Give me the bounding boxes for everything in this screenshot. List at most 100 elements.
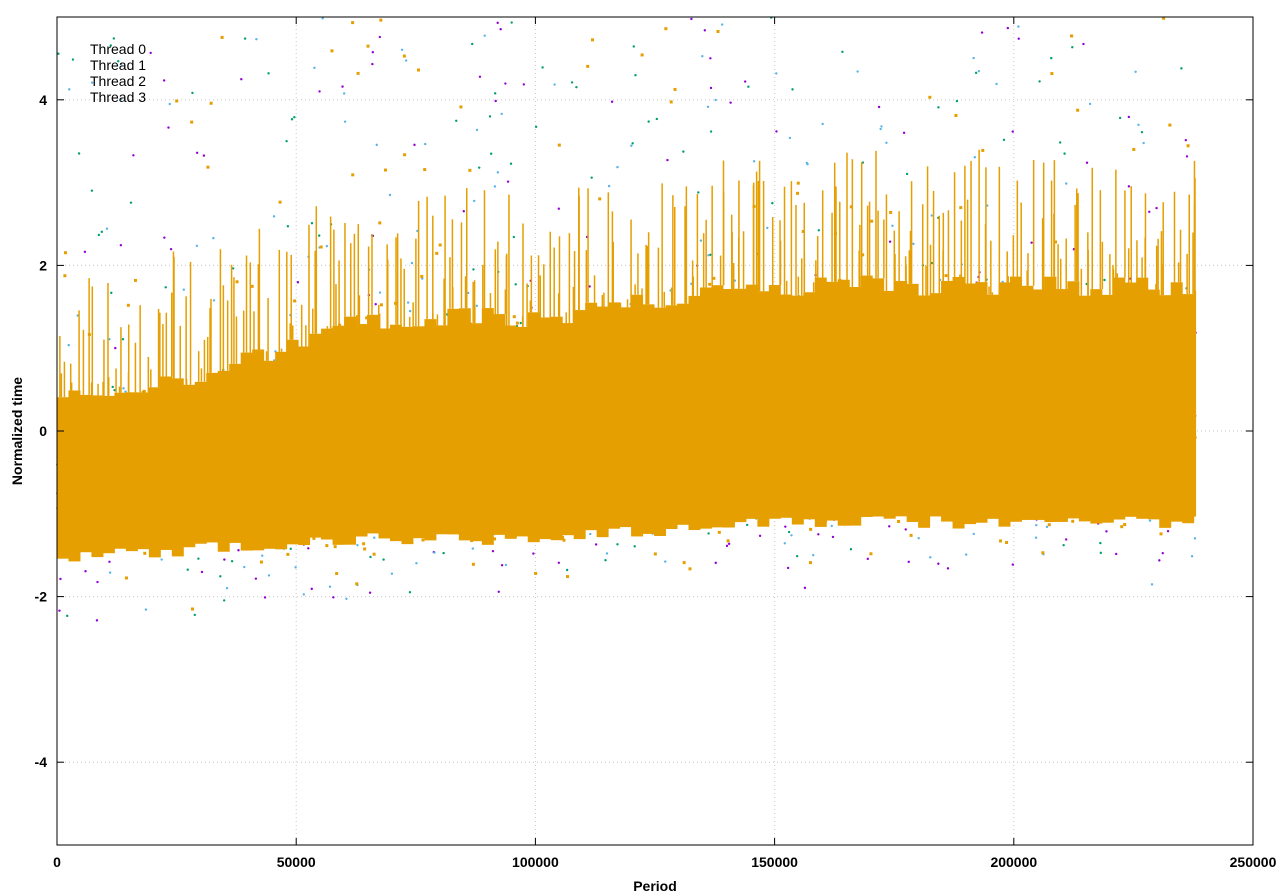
data-point — [66, 614, 69, 618]
data-point — [167, 126, 170, 129]
data-point — [534, 125, 538, 129]
data-point — [1006, 26, 1010, 30]
data-point — [1148, 210, 1151, 213]
data-point — [491, 549, 495, 553]
data-point — [880, 125, 883, 128]
data-point — [222, 599, 226, 602]
data-point — [496, 171, 500, 174]
data-point — [408, 591, 412, 594]
data-point — [403, 153, 407, 157]
data-point — [633, 545, 636, 548]
data-point — [783, 542, 787, 545]
data-point — [1180, 67, 1183, 70]
data-point — [803, 586, 807, 590]
data-point — [519, 321, 522, 325]
data-point — [212, 236, 215, 240]
data-point — [237, 549, 240, 552]
data-point — [817, 229, 820, 232]
data-point — [817, 533, 820, 536]
data-point — [727, 542, 731, 546]
data-point — [631, 142, 634, 145]
data-point — [1050, 72, 1054, 76]
data-point — [1134, 70, 1137, 73]
data-point — [438, 243, 442, 247]
data-point — [891, 224, 894, 227]
data-point — [497, 590, 500, 593]
data-point — [468, 168, 472, 172]
data-point — [175, 99, 179, 103]
data-point — [1150, 583, 1154, 586]
data-point — [230, 560, 234, 563]
data-point — [634, 74, 637, 77]
data-point — [289, 547, 292, 551]
data-point — [688, 567, 692, 571]
data-point — [195, 151, 199, 154]
data-point — [278, 200, 282, 204]
data-point — [410, 261, 414, 265]
data-point — [788, 136, 792, 140]
data-point — [706, 105, 710, 109]
data-point — [462, 210, 465, 213]
data-point — [390, 572, 394, 575]
data-point — [1063, 152, 1066, 155]
data-point — [1155, 206, 1158, 210]
data-point — [795, 554, 799, 558]
data-point — [71, 58, 75, 61]
data-point — [747, 85, 750, 88]
data-point — [1050, 56, 1053, 60]
data-point — [905, 172, 909, 176]
data-point — [586, 64, 590, 68]
data-point — [404, 59, 408, 62]
data-point — [1071, 46, 1074, 49]
data-points — [56, 16, 1197, 622]
data-point — [522, 83, 526, 86]
data-point — [504, 82, 507, 85]
data-point — [1185, 155, 1189, 158]
data-point — [97, 233, 101, 237]
data-point — [351, 21, 355, 25]
data-point — [124, 576, 128, 580]
data-point — [455, 119, 458, 122]
data-point — [345, 597, 348, 600]
data-point — [57, 52, 60, 55]
data-point — [725, 544, 729, 548]
data-point — [709, 130, 713, 133]
data-point — [1002, 138, 1006, 142]
data-point — [909, 533, 913, 537]
data-point — [1158, 559, 1161, 562]
data-point — [200, 570, 204, 574]
data-point — [111, 385, 114, 389]
data-point — [342, 92, 346, 95]
data-point — [1070, 34, 1074, 38]
data-point — [510, 21, 513, 24]
data-point — [1047, 523, 1051, 527]
data-point — [870, 219, 874, 223]
data-point — [475, 128, 479, 132]
data-point — [489, 152, 493, 155]
data-point — [240, 77, 243, 81]
data-point — [254, 577, 258, 580]
data-point — [1065, 182, 1068, 185]
data-point — [369, 555, 372, 559]
data-point — [286, 225, 290, 228]
data-point — [77, 152, 81, 155]
data-point — [182, 288, 186, 291]
data-point — [374, 303, 377, 306]
data-point — [743, 80, 747, 83]
data-point — [164, 286, 167, 289]
data-point — [707, 254, 710, 257]
data-point — [343, 120, 347, 123]
data-point — [930, 214, 933, 217]
data-point — [420, 274, 424, 278]
data-point — [285, 139, 288, 143]
data-point — [433, 551, 436, 554]
data-point — [351, 173, 355, 177]
data-point — [575, 85, 578, 89]
data-point — [565, 568, 569, 572]
data-point — [806, 162, 809, 166]
data-point — [206, 165, 210, 169]
data-point — [318, 90, 321, 93]
data-point — [703, 29, 707, 32]
scatter-chart: 0 50000 100000 150000 200000 250000 -4-2024 P… — [9, 16, 1277, 894]
data-point — [168, 102, 171, 106]
